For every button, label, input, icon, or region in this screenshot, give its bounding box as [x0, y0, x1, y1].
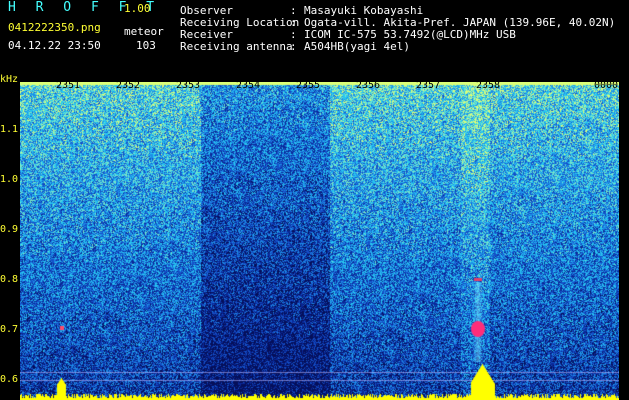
mode-label: meteor	[124, 25, 164, 38]
y-tick: 0.6	[0, 374, 19, 385]
count-label: 103	[136, 39, 156, 52]
x-tick: 2357	[416, 80, 441, 91]
y-tick: 0.8	[0, 274, 19, 285]
spectrogram-canvas	[20, 82, 619, 400]
x-tick: 2353	[176, 80, 201, 91]
y-tick: 1.0	[0, 174, 19, 185]
timestamp-label: 04.12.22 23:50	[8, 39, 101, 52]
y-tick: 0.9	[0, 224, 19, 235]
x-tick: 2355	[296, 80, 321, 91]
y-axis-unit: kHz	[0, 74, 19, 85]
y-tick: 0.7	[0, 324, 19, 335]
x-tick: 2351	[56, 80, 81, 91]
info-value-antenna: A504HB(yagi 4el)	[304, 40, 410, 53]
x-tick: 2354	[236, 80, 261, 91]
version-label: 1.00	[124, 2, 151, 15]
x-tick: 2358	[476, 80, 501, 91]
info-colon: :	[290, 40, 297, 53]
info-label-antenna: Receiving antenna	[180, 40, 293, 53]
y-tick: 1.1	[0, 124, 19, 135]
x-tick: 2356	[356, 80, 381, 91]
x-tick: 2352	[116, 80, 141, 91]
x-tick: 0000	[594, 80, 619, 91]
filename-label: 0412222350.png	[8, 21, 101, 34]
